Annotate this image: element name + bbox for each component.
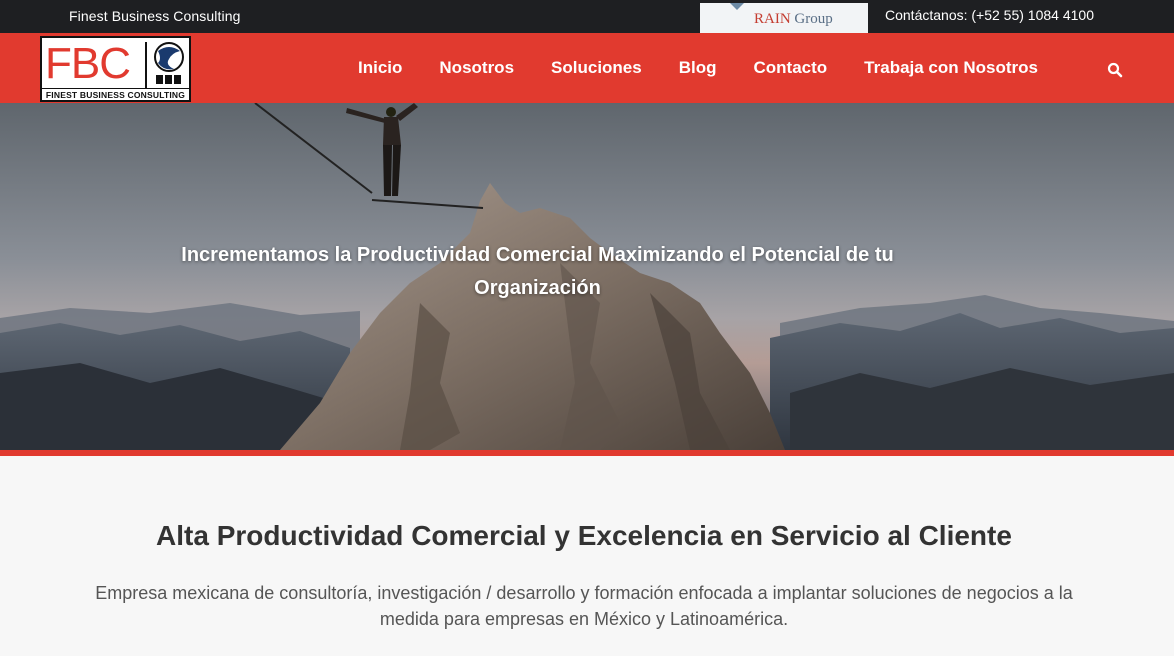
hero-title: Incrementamos la Productividad Comercial… xyxy=(181,244,894,299)
nav-item-trabaja[interactable]: Trabaja con Nosotros xyxy=(864,58,1038,78)
rain-group-logo[interactable]: RAIN Group xyxy=(700,3,868,33)
nav-item-nosotros[interactable]: Nosotros xyxy=(439,58,514,78)
rain-group-text: RAIN Group xyxy=(754,11,833,28)
hero-banner: Incrementamos la Productividad Comercial… xyxy=(0,103,1174,450)
intro-body: Empresa mexicana de consultoría, investi… xyxy=(95,583,1073,629)
top-bar-brand: Finest Business Consulting xyxy=(69,8,241,24)
rain-text: RAIN xyxy=(754,11,791,27)
logo-letters: FBC xyxy=(45,39,131,88)
logo-subtitle: FINEST BUSINESS CONSULTING xyxy=(42,88,189,101)
main-nav: Inicio Nosotros Soluciones Blog Contacto… xyxy=(358,33,1123,103)
rain-drop-icon xyxy=(730,3,744,10)
intro-heading: Alta Productividad Comercial y Excelenci… xyxy=(156,520,1012,551)
logo-emblem-icon xyxy=(154,42,184,84)
nav-item-inicio[interactable]: Inicio xyxy=(358,58,402,78)
main-navbar: FBC FINEST BUSINESS CONSULTING Inicio No… xyxy=(0,33,1174,103)
nav-item-contacto[interactable]: Contacto xyxy=(754,58,828,78)
search-icon[interactable] xyxy=(1107,62,1123,78)
logo-divider xyxy=(145,42,147,88)
contact-phone[interactable]: Contáctanos: (+52 55) 1084 4100 xyxy=(885,7,1094,23)
nav-item-soluciones[interactable]: Soluciones xyxy=(551,58,642,78)
nav-item-blog[interactable]: Blog xyxy=(679,58,717,78)
fbc-logo[interactable]: FBC FINEST BUSINESS CONSULTING xyxy=(40,36,191,102)
intro-section: Alta Productividad Comercial y Excelenci… xyxy=(0,456,1174,656)
group-text: Group xyxy=(794,11,833,27)
top-bar: Finest Business Consulting RAIN Group Co… xyxy=(0,0,1174,33)
